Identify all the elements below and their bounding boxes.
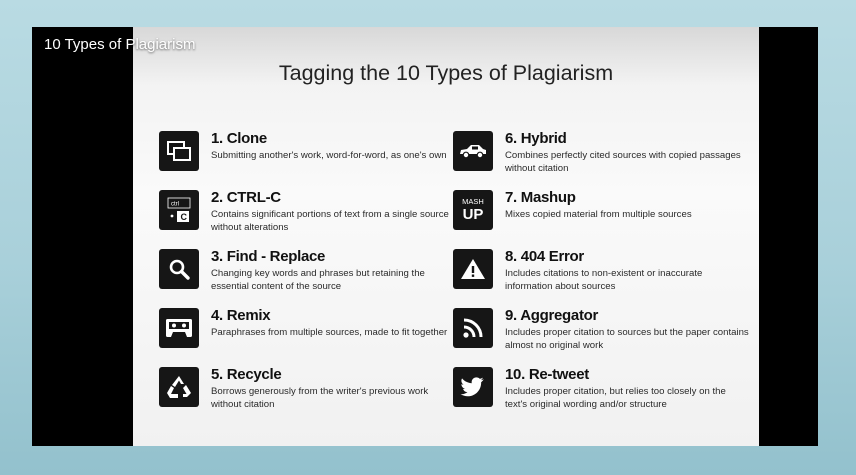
recycle-icon xyxy=(159,367,199,407)
item-name: 10. Re-tweet xyxy=(505,366,589,383)
ctrl-key-label: ctrl xyxy=(171,202,179,208)
cassette-icon xyxy=(159,308,199,348)
mashup-icon-top-label: MASH xyxy=(462,197,484,207)
item-description: Includes citations to non-existent or in… xyxy=(505,268,703,292)
plagiarism-type-re-tweet: 10. Re-tweet Includes proper citation, b… xyxy=(453,366,743,414)
magnifier-icon xyxy=(159,249,199,289)
item-description: Contains significant portions of text fr… xyxy=(211,209,449,233)
item-description: Combines perfectly cited sources with co… xyxy=(505,150,741,174)
item-name: 8. 404 Error xyxy=(505,248,584,265)
plagiarism-type-recycle: 5. Recycle Borrows generously from the w… xyxy=(159,366,449,414)
slide-title: Tagging the 10 Types of Plagiarism xyxy=(278,61,614,85)
item-description: Includes proper citation, but relies too… xyxy=(505,386,726,410)
item-name: 5. Recycle xyxy=(211,366,282,383)
warning-icon xyxy=(453,249,493,289)
item-description: Changing key words and phrases but retai… xyxy=(211,268,425,292)
item-description: Paraphrases from multiple sources, made … xyxy=(211,327,448,338)
item-name: 2. CTRL-C xyxy=(211,189,281,206)
item-description: Submitting another's work, word-for-word… xyxy=(211,150,447,161)
item-name: 3. Find - Replace xyxy=(211,248,326,265)
plagiarism-type-hybrid: 6. Hybrid Combines perfectly cited sourc… xyxy=(453,130,743,178)
plagiarism-type-404-error: 8. 404 Error Includes citations to non-e… xyxy=(453,248,743,296)
slide: Tagging the 10 Types of Plagiarism 1. Cl… xyxy=(133,27,759,446)
item-name: 6. Hybrid xyxy=(505,130,567,147)
twitter-bird-icon xyxy=(453,367,493,407)
item-name: 7. Mashup xyxy=(505,189,576,206)
mashup-icon-bottom-label: UP xyxy=(462,205,484,223)
c-key-label: C xyxy=(181,212,188,222)
item-description: Mixes copied material from multiple sour… xyxy=(505,209,692,220)
plagiarism-type-mashup: MASH UP 7. Mashup Mixes copied material … xyxy=(453,189,743,237)
item-description: Borrows generously from the writer's pre… xyxy=(211,386,429,410)
plagiarism-type-clone: 1. Clone Submitting another's work, word… xyxy=(159,130,449,178)
car-icon xyxy=(453,131,493,171)
item-name: 9. Aggregator xyxy=(505,307,599,324)
plagiarism-type-remix: 4. Remix Paraphrases from multiple sourc… xyxy=(159,307,449,355)
video-title[interactable]: 10 Types of Plagiarism xyxy=(44,36,195,53)
clone-icon xyxy=(159,131,199,171)
plagiarism-type-aggregator: 9. Aggregator Includes proper citation t… xyxy=(453,307,749,355)
plagiarism-type-ctrl-c: ctrl C 2. CTRL-C Contains significant po… xyxy=(159,189,449,237)
item-description: Includes proper citation to sources but … xyxy=(505,327,749,351)
keyboard-ctrl-c-icon: ctrl C xyxy=(159,190,199,230)
item-name: 1. Clone xyxy=(211,130,267,147)
plagiarism-type-find-replace: 3. Find - Replace Changing key words and… xyxy=(159,248,449,296)
mashup-icon: MASH UP xyxy=(453,190,493,230)
rss-icon xyxy=(453,308,493,348)
video-player[interactable]: Tagging the 10 Types of Plagiarism 1. Cl… xyxy=(32,27,818,446)
item-name: 4. Remix xyxy=(211,307,271,324)
